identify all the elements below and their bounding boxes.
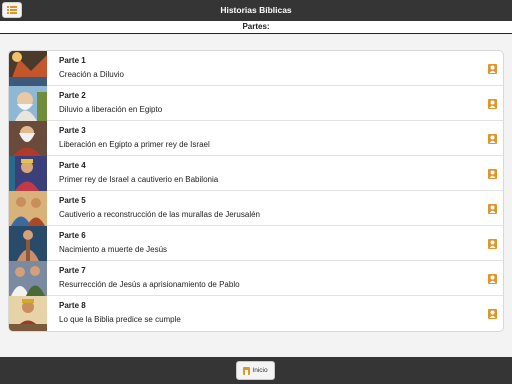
part-5-thumbnail xyxy=(9,191,47,226)
list-item-part-3[interactable]: Parte 3 Liberación en Egipto a primer re… xyxy=(9,121,503,156)
part-6-thumbnail xyxy=(9,226,47,261)
part-7-thumbnail xyxy=(9,261,47,296)
list-item-part-6[interactable]: Parte 6 Nacimiento a muerte de Jesús xyxy=(9,226,503,261)
list-item-part-7[interactable]: Parte 7 Resurrección de Jesús a aprision… xyxy=(9,261,503,296)
list-item-part-5[interactable]: Parte 5 Cautiverio a reconstrucción de l… xyxy=(9,191,503,226)
person-icon[interactable] xyxy=(488,134,497,144)
part-title: Parte 6 xyxy=(59,231,86,240)
part-description: Cautiverio a reconstrucción de las mural… xyxy=(59,210,260,219)
bottom-bar: Inicio xyxy=(0,357,512,384)
part-description: Diluvio a liberación en Egipto xyxy=(59,105,163,114)
app-title: Historias Bíblicas xyxy=(220,5,292,15)
list-item-part-8[interactable]: Parte 8 Lo que la Biblia predice se cump… xyxy=(9,296,503,331)
part-1-thumbnail xyxy=(9,51,47,86)
part-title: Parte 5 xyxy=(59,196,86,205)
part-4-thumbnail xyxy=(9,156,47,191)
parts-list: Parte 1 Creación a Diluvio Parte 2 Diluv… xyxy=(8,50,504,332)
person-icon[interactable] xyxy=(488,309,497,319)
part-title: Parte 1 xyxy=(59,56,86,65)
part-description: Creación a Diluvio xyxy=(59,70,124,79)
section-header: Partes: xyxy=(0,21,512,34)
top-bar: Historias Bíblicas xyxy=(0,0,512,21)
part-description: Liberación en Egipto a primer rey de Isr… xyxy=(59,140,210,149)
person-icon[interactable] xyxy=(488,274,497,284)
part-title: Parte 7 xyxy=(59,266,86,275)
part-title: Parte 2 xyxy=(59,91,86,100)
part-description: Nacimiento a muerte de Jesús xyxy=(59,245,168,254)
list-item-part-4[interactable]: Parte 4 Primer rey de Israel a cautiveri… xyxy=(9,156,503,191)
list-item-part-2[interactable]: Parte 2 Diluvio a liberación en Egipto xyxy=(9,86,503,121)
part-title: Parte 8 xyxy=(59,301,86,310)
person-icon[interactable] xyxy=(488,204,497,214)
person-icon[interactable] xyxy=(488,239,497,249)
home-label: Inicio xyxy=(252,367,268,374)
part-description: Lo que la Biblia predice se cumple xyxy=(59,315,181,324)
part-title: Parte 3 xyxy=(59,126,86,135)
part-title: Parte 4 xyxy=(59,161,86,170)
home-button[interactable]: Inicio xyxy=(236,361,275,380)
part-description: Primer rey de Israel a cautiverio en Bab… xyxy=(59,175,219,184)
part-2-thumbnail xyxy=(9,86,47,121)
person-icon[interactable] xyxy=(488,169,497,179)
person-icon[interactable] xyxy=(488,64,497,74)
home-icon xyxy=(243,366,251,375)
list-item-part-1[interactable]: Parte 1 Creación a Diluvio xyxy=(9,51,503,86)
person-icon[interactable] xyxy=(488,99,497,109)
part-description: Resurrección de Jesús a aprisionamiento … xyxy=(59,280,240,289)
part-8-thumbnail xyxy=(9,296,47,331)
part-3-thumbnail xyxy=(9,121,47,156)
